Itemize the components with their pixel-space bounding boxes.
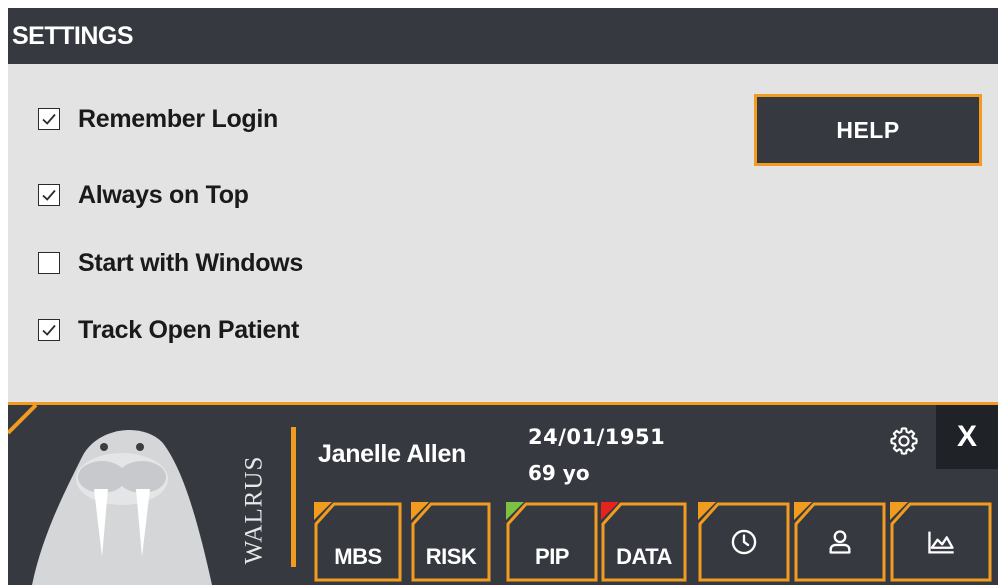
tab-mbs-frame [314, 502, 402, 582]
always-on-top-checkbox[interactable] [38, 184, 60, 206]
patient-bar: WALRUS Janelle Allen 24/01/1951 69 yo X … [8, 402, 998, 585]
settings-header: SETTINGS [8, 8, 998, 64]
tab-risk-frame [411, 502, 491, 582]
start-with-windows-option[interactable]: Start with Windows [38, 248, 303, 278]
tab-risk[interactable]: RISK [411, 502, 491, 582]
tab-data[interactable]: DATA [601, 502, 687, 582]
close-button[interactable]: X [936, 405, 998, 469]
start-with-windows-label: Start with Windows [78, 248, 303, 277]
always-on-top-label: Always on Top [78, 180, 249, 209]
brand-divider [291, 427, 296, 567]
tab-risk-label: RISK [425, 544, 477, 569]
patient-dob: 24/01/1951 [528, 425, 666, 449]
tab-mbs-label: MBS [334, 544, 382, 569]
remember-login-checkbox[interactable] [38, 108, 60, 130]
clock-icon [731, 529, 757, 555]
tab-patient[interactable] [794, 502, 886, 582]
tab-mbs[interactable]: MBS [314, 502, 402, 582]
person-icon [829, 530, 851, 554]
patient-name: Janelle Allen [318, 440, 467, 468]
tab-history[interactable] [698, 502, 790, 582]
patient-age: 69 yo [528, 461, 590, 485]
chart-icon [928, 531, 954, 554]
remember-login-label: Remember Login [78, 104, 278, 133]
tab-pip[interactable]: PIP [506, 502, 598, 582]
brand-wordmark: WALRUS [240, 445, 268, 575]
always-on-top-option[interactable]: Always on Top [38, 180, 249, 210]
gear-icon[interactable] [888, 425, 920, 457]
track-open-patient-option[interactable]: Track Open Patient [38, 315, 299, 345]
brand-text: WALRUS [240, 455, 268, 565]
track-open-patient-checkbox[interactable] [38, 319, 60, 341]
settings-panel: Remember Login Always on Top Start with … [8, 64, 998, 402]
start-with-windows-checkbox[interactable] [38, 252, 60, 274]
tab-chart[interactable] [890, 502, 992, 582]
settings-title: SETTINGS [12, 22, 134, 50]
track-open-patient-label: Track Open Patient [78, 315, 300, 344]
remember-login-option[interactable]: Remember Login [38, 104, 278, 134]
tab-data-frame [601, 502, 687, 582]
walrus-logo [32, 430, 212, 585]
tab-data-label: DATA [616, 544, 672, 569]
tab-pip-frame [506, 502, 598, 582]
tab-pip-label: PIP [535, 544, 569, 569]
help-button[interactable]: HELP [754, 94, 982, 166]
